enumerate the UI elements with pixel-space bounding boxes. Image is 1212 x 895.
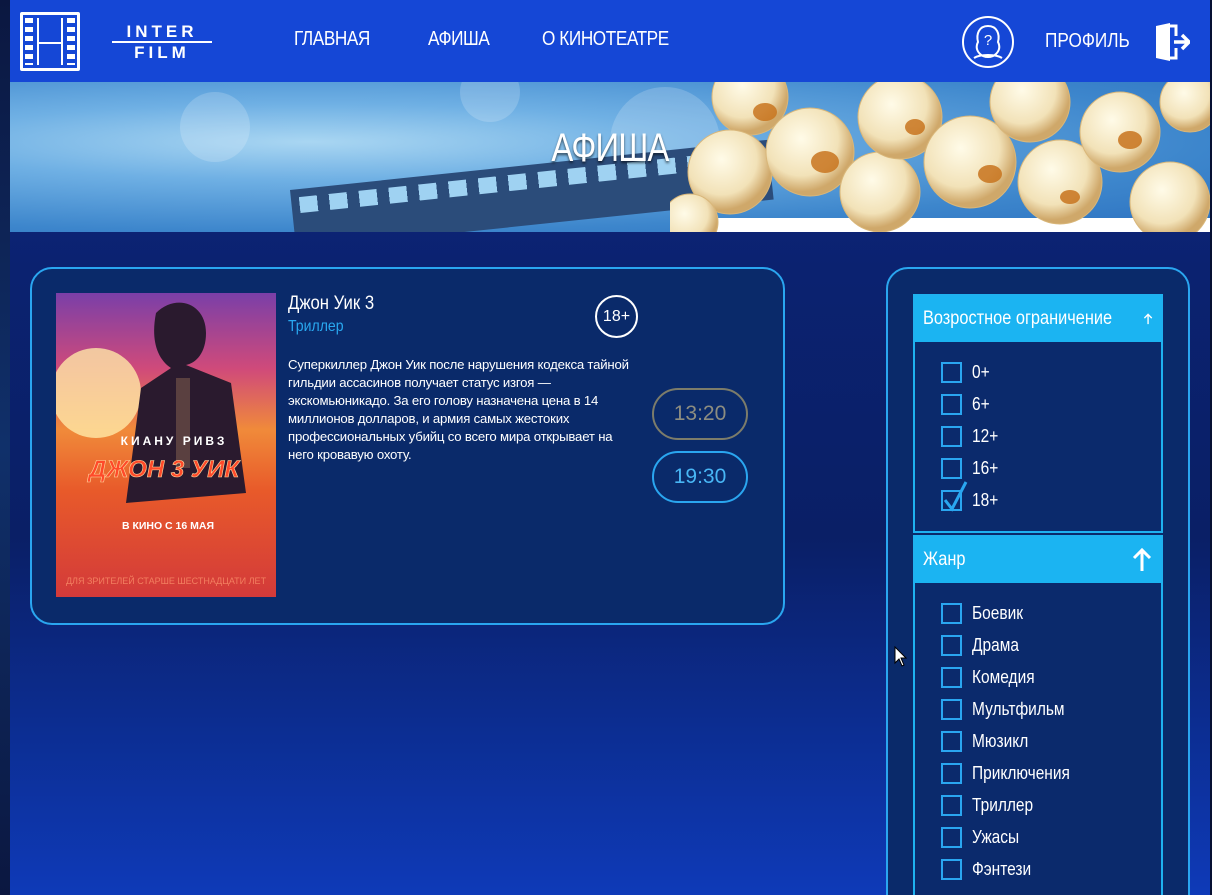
option-label: Ужасы: [972, 826, 1020, 847]
mouse-cursor-icon: [894, 646, 908, 667]
age-filter-title: Возростное ограничение: [923, 308, 1113, 329]
showtime-button-past[interactable]: 13:20: [652, 388, 748, 440]
arrow-up-icon[interactable]: [1131, 547, 1153, 573]
movie-description: Суперкиллер Джон Уик после нарушения код…: [288, 357, 629, 462]
nav-link-home[interactable]: ГЛАВНАЯ: [294, 28, 370, 51]
genre-option-comedy[interactable]: Комедия: [941, 665, 1045, 689]
option-label: 18+: [972, 489, 999, 510]
option-label: Мюзикл: [972, 730, 1029, 751]
option-label: 6+: [972, 393, 990, 414]
checkmark-icon: [943, 480, 968, 512]
option-label: 16+: [972, 457, 999, 478]
checkbox[interactable]: [941, 762, 962, 784]
age-rating-badge: 18+: [595, 295, 638, 338]
age-option-0[interactable]: 0+: [941, 360, 993, 384]
logout-door-icon[interactable]: [1154, 22, 1192, 62]
genre-option-thriller[interactable]: Триллер: [941, 793, 1043, 817]
checkbox[interactable]: [941, 457, 962, 479]
top-navigation-bar: INTER FILM ГЛАВНАЯ АФИША О КИНОТЕАТРЕ ? …: [10, 0, 1210, 82]
checkbox[interactable]: [941, 425, 962, 447]
genre-option-musical[interactable]: Мюзикл: [941, 729, 1037, 753]
checkbox[interactable]: [941, 826, 962, 848]
option-label: Мультфильм: [972, 698, 1065, 719]
age-filter-header[interactable]: Возростное ограничение: [915, 296, 1161, 342]
genre-option-drama[interactable]: Драма: [941, 633, 1027, 657]
checkbox[interactable]: [941, 666, 962, 688]
age-filter-section: Возростное ограничение 0+ 6+ 12+ 16+ 18+: [913, 294, 1163, 533]
age-option-18[interactable]: 18+: [941, 480, 1003, 512]
checkbox[interactable]: [941, 602, 962, 624]
checkbox[interactable]: [941, 794, 962, 816]
age-option-6[interactable]: 6+: [941, 392, 993, 416]
nav-link-afisha[interactable]: АФИША: [428, 28, 490, 51]
brand-line1: INTER: [112, 23, 212, 43]
genre-filter-section: Жанр Боевик Драма Комедия Мультфильм Мюз…: [913, 535, 1163, 895]
genre-option-action[interactable]: Боевик: [941, 601, 1031, 625]
genre-option-horror[interactable]: Ужасы: [941, 825, 1027, 849]
svg-text:?: ?: [984, 32, 992, 49]
option-label: Приключения: [972, 762, 1070, 783]
checkbox[interactable]: [941, 393, 962, 415]
option-label: Драма: [972, 634, 1019, 655]
option-label: Триллер: [972, 794, 1034, 815]
age-option-12[interactable]: 12+: [941, 424, 1003, 448]
genre-option-adventure[interactable]: Приключения: [941, 761, 1086, 785]
arrow-up-icon[interactable]: [1143, 306, 1153, 332]
option-label: Фэнтези: [972, 858, 1032, 879]
age-option-16[interactable]: 16+: [941, 456, 1003, 480]
page-title: АФИША: [551, 126, 669, 170]
film-strip-icon[interactable]: [20, 12, 80, 71]
checkbox-checked[interactable]: [941, 480, 968, 512]
brand-line2: FILM: [134, 43, 190, 62]
option-label: Боевик: [972, 602, 1024, 623]
window-left-edge: [0, 0, 10, 895]
afisha-banner: АФИША: [10, 82, 1210, 232]
nav-link-about-cinema[interactable]: О КИНОТЕАТРЕ: [542, 28, 669, 51]
checkbox[interactable]: [941, 698, 962, 720]
movie-genre: Триллер: [288, 318, 344, 335]
brand-logo[interactable]: INTER FILM: [112, 23, 212, 61]
option-label: 0+: [972, 361, 990, 382]
movie-title[interactable]: Джон Уик 3: [288, 293, 374, 315]
genre-filter-title: Жанр: [923, 549, 966, 570]
page: INTER FILM ГЛАВНАЯ АФИША О КИНОТЕАТРЕ ? …: [10, 0, 1210, 895]
genre-option-fantasy[interactable]: Фэнтези: [941, 857, 1041, 881]
poster-age-note: ДЛЯ ЗРИТЕЛЕЙ СТАРШЕ ШЕСТНАДЦАТИ ЛЕТ: [66, 575, 267, 586]
poster-actor-text: КИАНУ РИВЗ: [121, 434, 228, 448]
profile-link[interactable]: ПРОФИЛЬ: [1045, 30, 1130, 53]
genre-filter-header[interactable]: Жанр: [915, 537, 1161, 583]
poster-release-text: В КИНО С 16 МАЯ: [122, 520, 214, 532]
checkbox[interactable]: [941, 361, 962, 383]
option-label: Комедия: [972, 666, 1035, 687]
help-question-icon[interactable]: ?: [962, 16, 1014, 68]
checkbox[interactable]: [941, 634, 962, 656]
checkbox[interactable]: [941, 730, 962, 752]
checkbox[interactable]: [941, 858, 962, 880]
main-nav: ГЛАВНАЯ АФИША О КИНОТЕАТРЕ: [294, 28, 689, 51]
movie-poster[interactable]: КИАНУ РИВЗ ДЖОН 3 УИК В КИНО С 16 МАЯ ДЛ…: [56, 293, 276, 597]
genre-option-cartoon[interactable]: Мультфильм: [941, 697, 1080, 721]
option-label: 12+: [972, 425, 999, 446]
showtime-button[interactable]: 19:30: [652, 451, 748, 503]
poster-title-text: ДЖОН 3 УИК: [87, 456, 241, 483]
